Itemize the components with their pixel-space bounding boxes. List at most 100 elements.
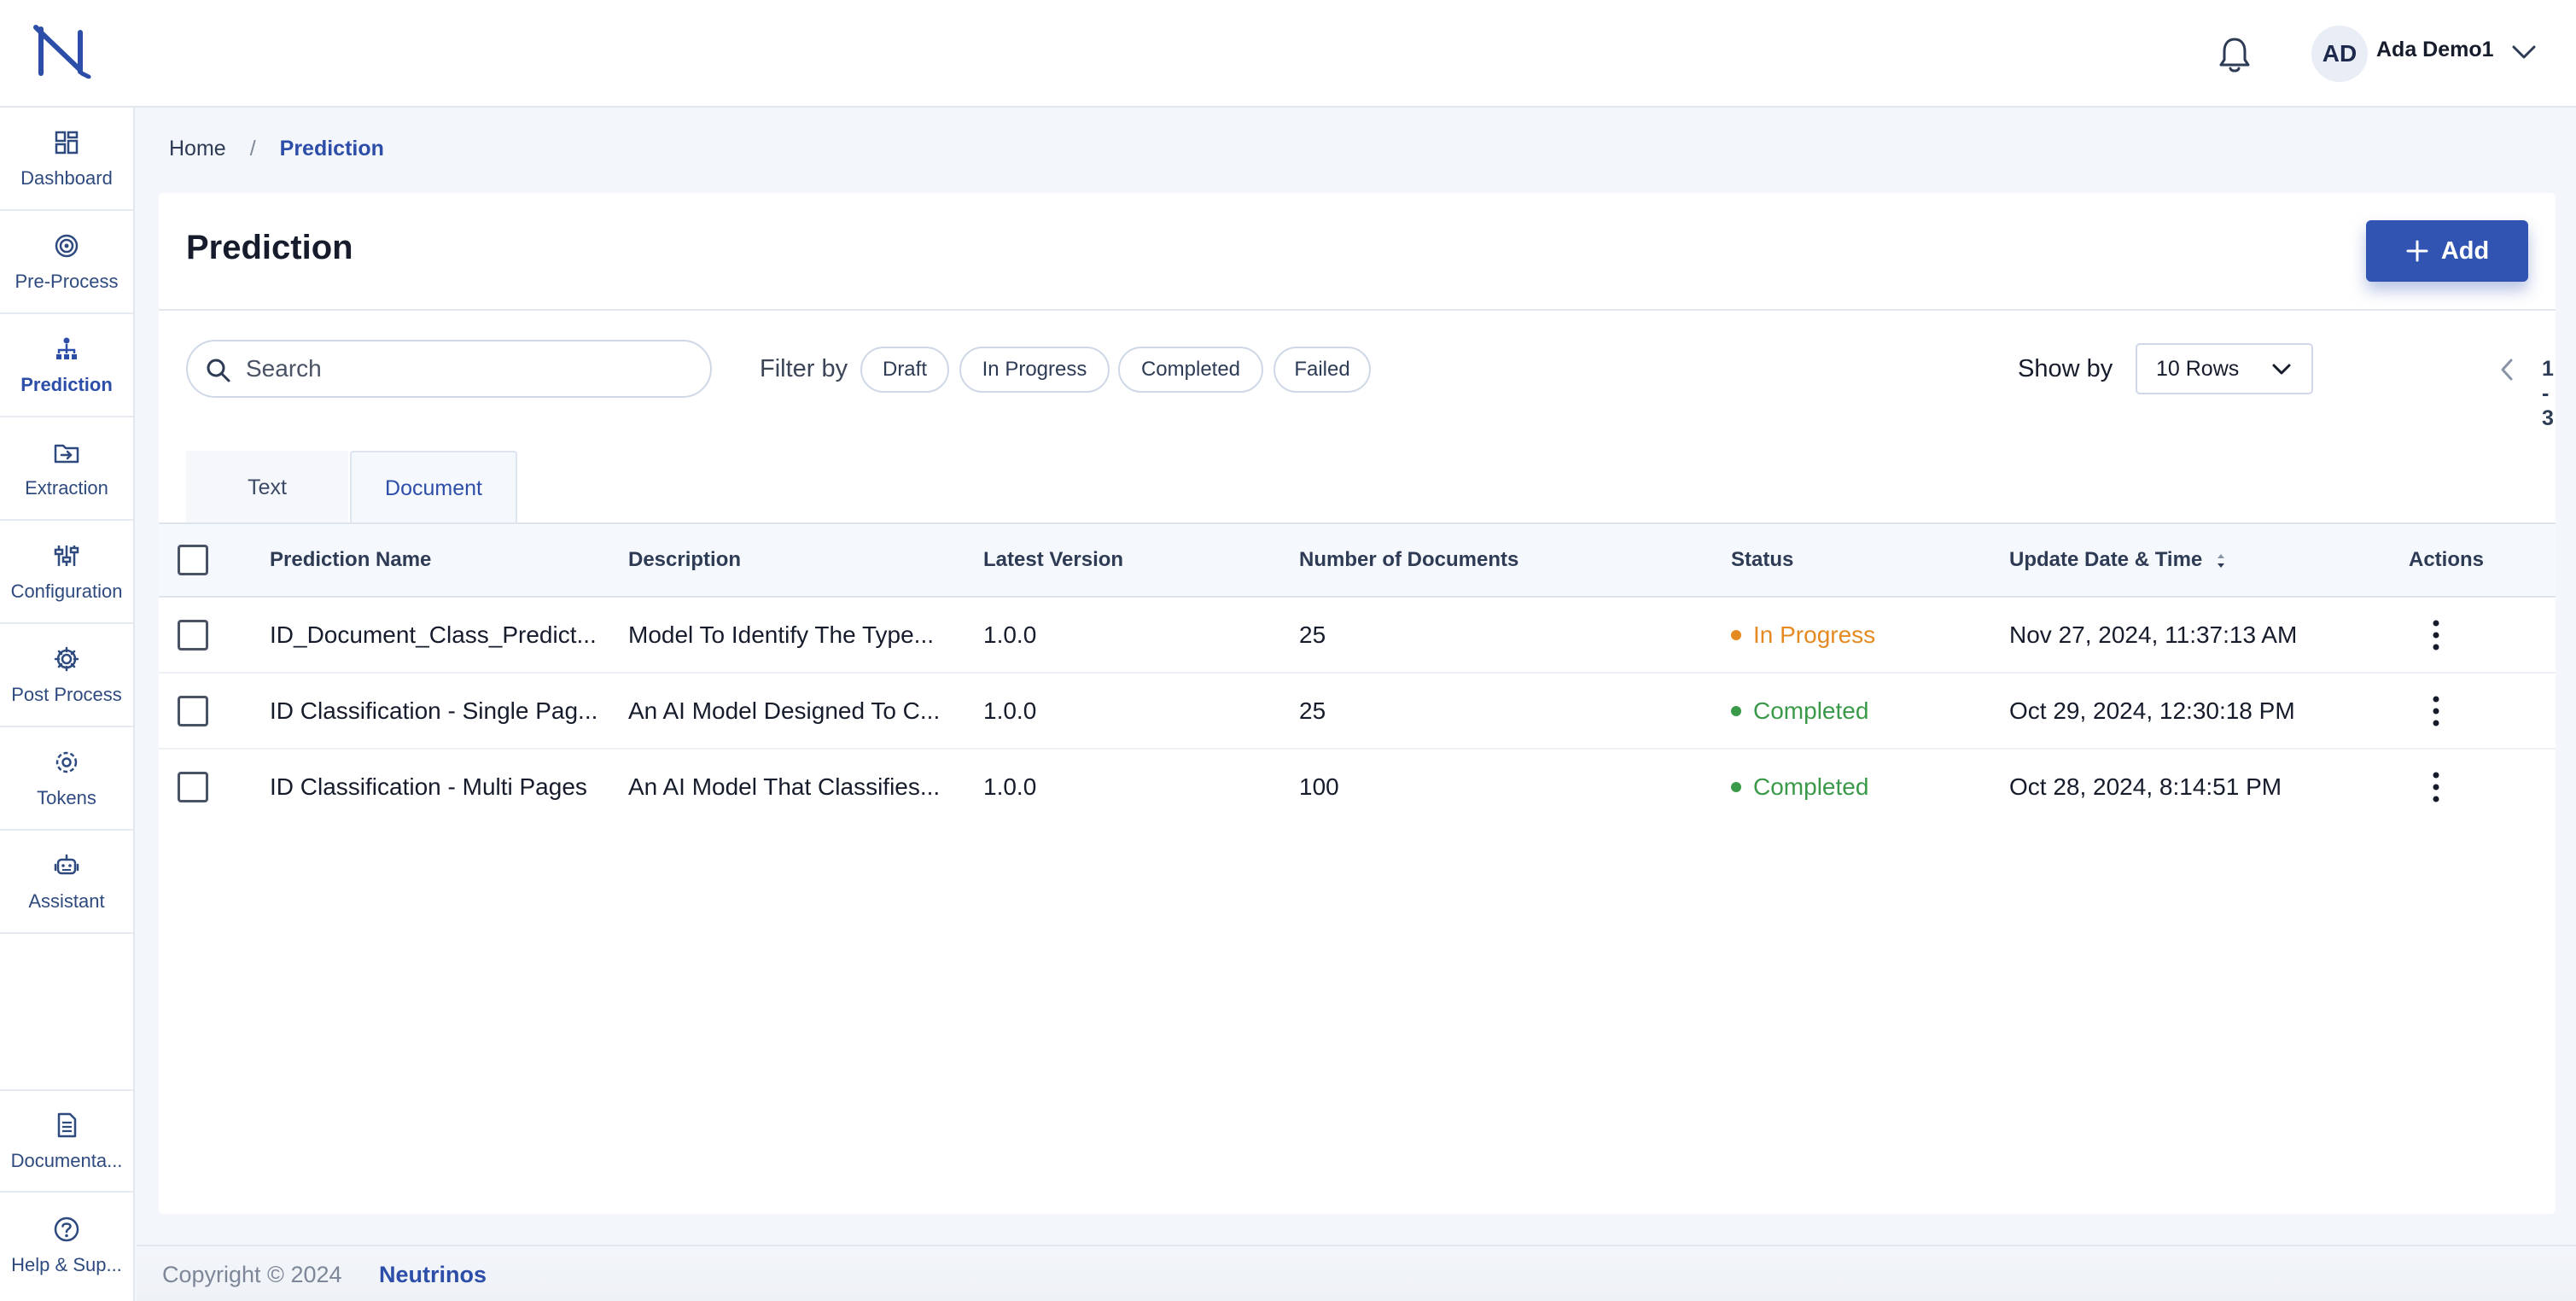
cell-latest-version: 1.0.0 <box>983 621 1037 648</box>
cell-number-of-documents: 25 <box>1299 621 1326 648</box>
breadcrumb: Home / Prediction <box>169 137 384 161</box>
cell-prediction-name[interactable]: ID Classification - Multi Pages <box>270 773 587 801</box>
cell-description: An AI Model Designed To C... <box>628 697 941 724</box>
status-text: Completed <box>1753 697 1869 724</box>
page-title: Prediction <box>186 229 353 266</box>
sliders-icon <box>54 545 79 566</box>
sort-icon[interactable] <box>2215 551 2227 570</box>
sidebar-item-label: Prediction <box>20 373 113 395</box>
sidebar-item-help-support[interactable]: Help & Sup... <box>0 1193 133 1297</box>
more-actions-icon[interactable] <box>2427 692 2445 730</box>
document-icon <box>57 1112 77 1137</box>
column-header-description[interactable]: Description <box>628 548 741 572</box>
cell-description: An AI Model That Classifies... <box>628 773 941 800</box>
table-row[interactable]: ID Classification - Multi Pages An AI Mo… <box>159 750 2556 826</box>
avatar[interactable]: AD <box>2311 26 2368 82</box>
hierarchy-icon <box>56 337 77 359</box>
top-header: AD Ada Demo1 <box>0 0 2576 108</box>
tab-text[interactable]: Text <box>186 451 348 524</box>
filter-chip-draft[interactable]: Draft <box>860 347 949 393</box>
status-dot <box>1731 630 1741 640</box>
cell-prediction-name[interactable]: ID_Document_Class_Predict... <box>270 621 597 649</box>
chevron-left-icon[interactable] <box>2497 357 2516 382</box>
sidebar-item-post-process[interactable]: Post Process <box>0 624 133 727</box>
sidebar-item-label: Dashboard <box>20 166 113 189</box>
copyright-text: Copyright © 2024 <box>162 1262 342 1287</box>
card-header: Prediction Add <box>159 193 2556 311</box>
sidebar-item-configuration[interactable]: Configuration <box>0 521 133 624</box>
plus-icon <box>2406 240 2428 262</box>
sidebar-item-extraction[interactable]: Extraction <box>0 417 133 521</box>
status-dot <box>1731 782 1741 792</box>
target-icon <box>55 234 79 257</box>
sidebar: Dashboard Pre-Process Prediction Extract… <box>0 108 135 1301</box>
row-checkbox[interactable] <box>178 620 208 650</box>
tab-document[interactable]: Document <box>350 451 517 524</box>
sidebar-item-pre-process[interactable]: Pre-Process <box>0 211 133 314</box>
filter-chip-completed[interactable]: Completed <box>1118 347 1263 393</box>
neutrinos-logo-icon[interactable] <box>32 24 94 79</box>
column-header-latest-version[interactable]: Latest Version <box>983 548 1123 572</box>
user-name[interactable]: Ada Demo1 <box>2376 38 2494 62</box>
breadcrumb-home[interactable]: Home <box>169 137 226 161</box>
table-header: Prediction Name Description Latest Versi… <box>159 522 2556 598</box>
more-actions-icon[interactable] <box>2427 616 2445 654</box>
table-row[interactable]: ID Classification - Single Pag... An AI … <box>159 674 2556 750</box>
grid-icon <box>55 131 79 154</box>
sidebar-item-label: Documenta... <box>10 1149 123 1171</box>
sidebar-item-label: Configuration <box>10 580 123 602</box>
cell-latest-version: 1.0.0 <box>983 697 1037 724</box>
cell-update-date-time: Nov 27, 2024, 11:37:13 AM <box>2009 621 2298 648</box>
search-input[interactable] <box>246 350 690 388</box>
more-actions-icon[interactable] <box>2427 768 2445 806</box>
sidebar-item-dashboard[interactable]: Dashboard <box>0 108 133 211</box>
sidebar-item-prediction[interactable]: Prediction <box>0 314 133 417</box>
status-badge: Completed <box>1731 773 1868 801</box>
filter-chip-in-progress[interactable]: In Progress <box>959 347 1110 393</box>
main-card: Prediction Add Filter by Draft In Progre… <box>159 193 2556 1214</box>
sidebar-item-label: Tokens <box>37 786 96 808</box>
footer-brand-link[interactable]: Neutrinos <box>379 1262 487 1288</box>
sidebar-item-label: Pre-Process <box>15 270 119 292</box>
column-header-number-of-documents[interactable]: Number of Documents <box>1299 548 1518 572</box>
row-checkbox[interactable] <box>178 696 208 726</box>
folder-arrow-icon <box>54 444 79 463</box>
cell-update-date-time: Oct 28, 2024, 8:14:51 PM <box>2009 773 2282 800</box>
chevron-down-icon[interactable] <box>2509 41 2538 63</box>
status-text: Completed <box>1753 773 1869 800</box>
column-header-label: Update Date & Time <box>2009 548 2203 571</box>
footer: Copyright © 2024 Neutrinos <box>137 1245 2576 1301</box>
sidebar-item-assistant[interactable]: Assistant <box>0 831 133 934</box>
cell-number-of-documents: 100 <box>1299 773 1339 800</box>
table-row[interactable]: ID_Document_Class_Predict... Model To Id… <box>159 598 2556 674</box>
pagination-range: 1 - 3 <box>2542 357 2554 430</box>
cell-prediction-name[interactable]: ID Classification - Single Pag... <box>270 697 597 725</box>
status-text: In Progress <box>1753 621 1876 648</box>
breadcrumb-separator: / <box>249 137 256 160</box>
add-button-label: Add <box>2440 236 2490 265</box>
sidebar-item-label: Help & Sup... <box>11 1253 122 1275</box>
sidebar-item-tokens[interactable]: Tokens <box>0 727 133 831</box>
search-icon <box>207 359 230 382</box>
search-box[interactable] <box>186 340 712 398</box>
rows-per-page-value: 10 Rows <box>2156 356 2240 381</box>
status-badge: Completed <box>1731 697 1868 725</box>
select-all-checkbox[interactable] <box>178 545 208 575</box>
help-icon <box>54 1216 79 1241</box>
column-header-update-date-time[interactable]: Update Date & Time <box>2009 548 2227 572</box>
filter-chip-failed[interactable]: Failed <box>1273 347 1371 393</box>
show-by-label: Show by <box>2018 355 2113 382</box>
filter-label: Filter by <box>760 355 848 382</box>
gear-cog-icon <box>55 751 78 773</box>
sidebar-item-documentation[interactable]: Documenta... <box>0 1089 133 1193</box>
cell-description: Model To Identify The Type... <box>628 621 934 648</box>
sidebar-item-label: Post Process <box>11 683 122 705</box>
column-header-prediction-name[interactable]: Prediction Name <box>270 548 431 572</box>
cell-latest-version: 1.0.0 <box>983 773 1037 800</box>
notification-bell-icon[interactable] <box>2216 34 2253 73</box>
rows-per-page-select[interactable]: 10 Rows <box>2136 343 2313 394</box>
add-button[interactable]: Add <box>2366 220 2528 282</box>
column-header-status[interactable]: Status <box>1731 548 1793 572</box>
column-header-actions: Actions <box>2409 548 2485 571</box>
row-checkbox[interactable] <box>178 772 208 802</box>
